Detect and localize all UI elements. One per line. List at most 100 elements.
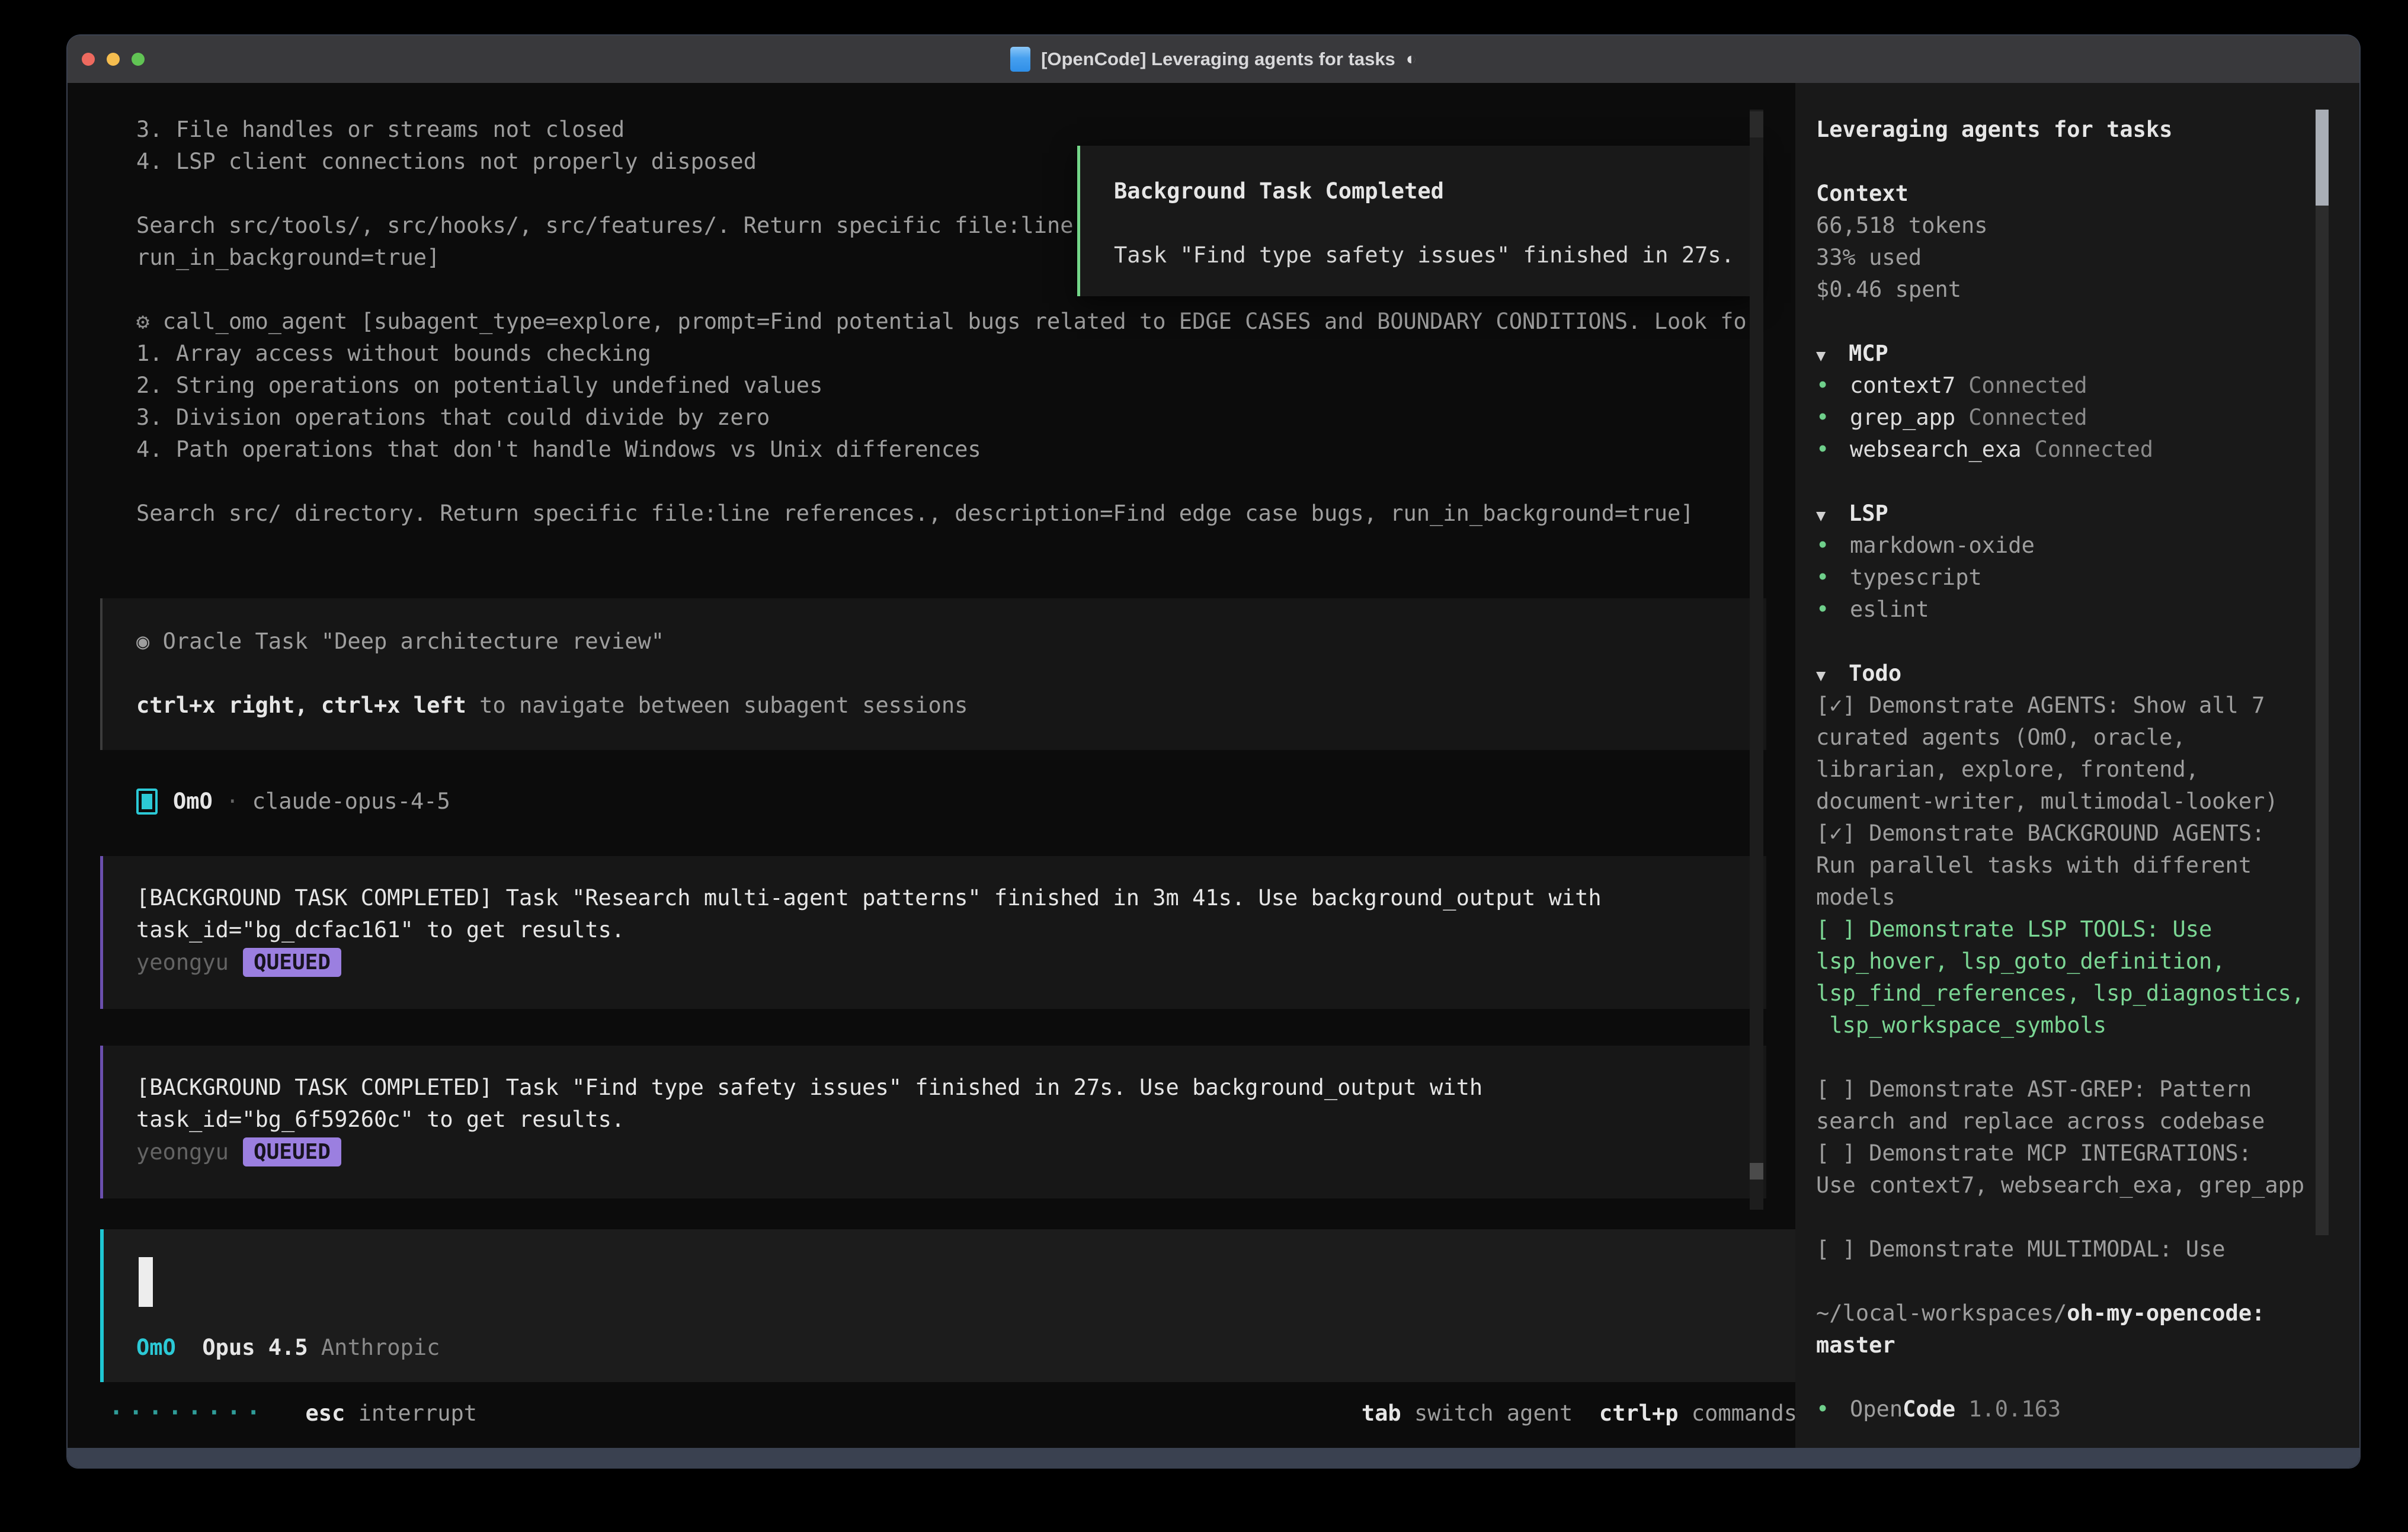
model-selector[interactable]: OmO Opus 4.5 Anthropic xyxy=(136,1332,440,1364)
agent-name: OmO xyxy=(173,789,213,814)
bullet-icon: • xyxy=(1816,1393,1850,1425)
bullet-icon: • xyxy=(1816,402,1850,434)
session-title: Leveraging agents for tasks xyxy=(1816,114,2359,146)
scrollbar-thumb[interactable] xyxy=(1750,111,1763,137)
window-bottom-edge xyxy=(68,1448,2359,1467)
context-used: 33% used xyxy=(1816,242,2359,274)
mcp-status: Connected xyxy=(1968,373,2087,398)
task-message-line: [BACKGROUND TASK COMPLETED] Task "Find t… xyxy=(136,1072,1766,1104)
task-message-line: task_id="bg_6f59260c" to get results. xyxy=(136,1104,1766,1136)
tool-call-tail: Search src/ directory. Return specific f… xyxy=(136,498,1760,530)
agent-model: claude-opus-4-5 xyxy=(252,789,450,814)
text-cursor xyxy=(139,1257,153,1307)
spinner-dots-icon: ········ xyxy=(109,1399,266,1427)
todo-line-active: [ ] Demonstrate LSP TOOLS: Use xyxy=(1816,914,2359,946)
bullet-icon: • xyxy=(1816,434,1850,466)
bullet-icon: • xyxy=(1816,562,1850,594)
gear-icon: ⚙ xyxy=(136,309,149,334)
workspace-branch: master xyxy=(1816,1329,2359,1361)
bullet-icon: • xyxy=(1816,370,1850,402)
subagent-nav-hint: ctrl+x right, ctrl+x left to navigate be… xyxy=(136,690,1766,722)
todo-line: [✓] Demonstrate BACKGROUND AGENTS: xyxy=(1816,818,2359,850)
tab-key-hint: tab xyxy=(1362,1400,1401,1426)
task-message-line: task_id="bg_dcfac161" to get results. xyxy=(136,914,1766,946)
mcp-status: Connected xyxy=(2035,437,2153,462)
lsp-item: •typescript xyxy=(1816,562,2359,594)
todo-line-active: lsp_hover, lsp_goto_definition, xyxy=(1816,946,2359,977)
document-icon xyxy=(1010,47,1030,72)
tool-call-item: 2. String operations on potentially unde… xyxy=(136,370,1760,402)
main-scrollbar[interactable] xyxy=(1750,110,1763,1210)
lsp-section-header[interactable]: ▼LSP xyxy=(1816,498,2359,530)
todo-line-active: lsp_find_references, lsp_diagnostics, xyxy=(1816,977,2359,1009)
chevron-down-icon: ▼ xyxy=(1816,340,1849,372)
window-title: [OpenCode] Leveraging agents for tasks xyxy=(1041,49,1395,70)
zoom-button[interactable] xyxy=(132,53,145,66)
prompt-input[interactable]: OmO Opus 4.5 Anthropic xyxy=(100,1229,1795,1382)
scrollback-line: 4. LSP client connections not properly d… xyxy=(136,146,1074,178)
workspace-path: ~/local-workspaces/oh-my-opencode: xyxy=(1816,1297,2359,1329)
todo-line: Use context7, websearch_exa, grep_app xyxy=(1816,1169,2359,1201)
scrollback-line: 3. File handles or streams not closed xyxy=(136,114,1074,146)
scrollback-line: Search src/tools/, src/hooks/, src/featu… xyxy=(136,210,1074,242)
half-circle-icon: ◐ xyxy=(1406,49,1417,69)
bullet-icon: • xyxy=(1816,594,1850,626)
context-heading: Context xyxy=(1816,178,2359,210)
background-task-message: [BACKGROUND TASK COMPLETED] Task "Find t… xyxy=(100,1046,1766,1198)
todo-line: document-writer, multimodal-looker) xyxy=(1816,786,2359,818)
version-line: •OpenCode1.0.163 xyxy=(1816,1393,2359,1425)
tool-call-item: 4. Path operations that don't handle Win… xyxy=(136,434,1760,466)
todo-section-header[interactable]: ▼Todo xyxy=(1816,658,2359,690)
mcp-item: •context7Connected xyxy=(1816,370,2359,402)
tool-call-block: ⚙ call_omo_agent [subagent_type=explore,… xyxy=(136,306,1760,530)
todo-line: [ ] Demonstrate AST-GREP: Pattern xyxy=(1816,1073,2359,1105)
scrollback-text: 3. File handles or streams not closed 4.… xyxy=(136,114,1074,274)
esc-key-hint: esc xyxy=(305,1400,345,1426)
todo-line: [ ] Demonstrate MCP INTEGRATIONS: xyxy=(1816,1137,2359,1169)
todo-line: [✓] Demonstrate AGENTS: Show all 7 xyxy=(1816,690,2359,722)
tool-call-head: ⚙ call_omo_agent [subagent_type=explore,… xyxy=(136,306,1760,338)
oracle-icon: ◉ xyxy=(136,629,149,654)
chevron-down-icon: ▼ xyxy=(1816,660,1849,692)
opencode-window: [OpenCode] Leveraging agents for tasks ◐… xyxy=(68,36,2359,1467)
todo-line: curated agents (OmO, oracle, xyxy=(1816,722,2359,754)
terminal-body: 3. File handles or streams not closed 4.… xyxy=(68,83,2359,1448)
status-bar: ········ esc interrupt tab switch agent … xyxy=(109,1397,1797,1429)
sidebar-scrollbar[interactable] xyxy=(2316,110,2329,1235)
context-tokens: 66,518 tokens xyxy=(1816,210,2359,242)
tab-key-label: switch agent xyxy=(1401,1400,1573,1426)
mcp-item: •grep_appConnected xyxy=(1816,402,2359,434)
separator-dot: · xyxy=(226,789,239,814)
task-user: yeongyu xyxy=(136,950,229,975)
minimize-button[interactable] xyxy=(107,53,120,66)
queued-badge: QUEUED xyxy=(243,1137,341,1166)
bullet-icon: • xyxy=(1816,530,1850,562)
scrollbar-thumb[interactable] xyxy=(1750,1163,1763,1180)
todo-line-active: lsp_workspace_symbols xyxy=(1816,1009,2359,1041)
context-spent: $0.46 spent xyxy=(1816,274,2359,306)
task-user: yeongyu xyxy=(136,1139,229,1165)
mcp-status: Connected xyxy=(1968,405,2087,430)
scrollback-line: run_in_background=true] xyxy=(136,242,1074,274)
todo-line: [ ] Demonstrate MULTIMODAL: Use xyxy=(1816,1233,2359,1265)
close-button[interactable] xyxy=(82,53,95,66)
tool-call-item: 1. Array access without bounds checking xyxy=(136,338,1760,370)
toast-body: Task "Find type safety issues" finished … xyxy=(1114,239,1753,271)
background-task-toast: Background Task Completed Task "Find typ… xyxy=(1077,146,1756,296)
oracle-task-block: ◉ Oracle Task "Deep architecture review"… xyxy=(100,598,1766,750)
todo-line: Run parallel tasks with different xyxy=(1816,850,2359,882)
session-sidebar: Leveraging agents for tasks Context 66,5… xyxy=(1795,83,2359,1448)
todo-line: librarian, explore, frontend, xyxy=(1816,754,2359,786)
ctrlp-key-hint: ctrl+p xyxy=(1573,1400,1678,1426)
titlebar[interactable]: [OpenCode] Leveraging agents for tasks ◐ xyxy=(68,36,2359,83)
esc-key-label: interrupt xyxy=(345,1400,477,1426)
background-task-message: [BACKGROUND TASK COMPLETED] Task "Resear… xyxy=(100,856,1766,1009)
scrollbar-thumb[interactable] xyxy=(2316,110,2329,206)
queued-badge: QUEUED xyxy=(243,948,341,977)
tool-call-item: 3. Division operations that could divide… xyxy=(136,402,1760,434)
todo-line: models xyxy=(1816,882,2359,914)
task-message-line: [BACKGROUND TASK COMPLETED] Task "Resear… xyxy=(136,882,1766,914)
ctrlp-key-label: commands xyxy=(1679,1400,1797,1426)
oracle-task-line: ◉ Oracle Task "Deep architecture review" xyxy=(136,626,1766,658)
mcp-section-header[interactable]: ▼MCP xyxy=(1816,338,2359,370)
